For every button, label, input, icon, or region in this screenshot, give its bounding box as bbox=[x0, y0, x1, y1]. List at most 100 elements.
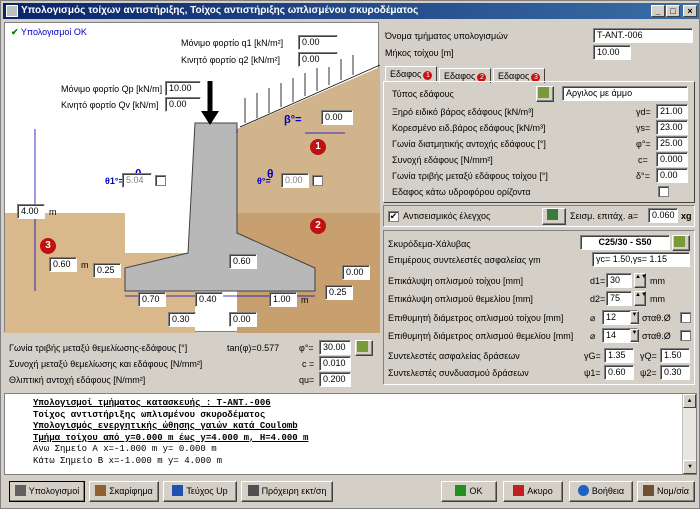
close-button[interactable]: × bbox=[683, 5, 697, 17]
base-height-input[interactable]: 0.60 bbox=[229, 254, 257, 269]
qp-input[interactable]: 10.00 bbox=[165, 81, 201, 96]
section-name-label: Όνομα τμήματος υπολογισμών bbox=[385, 31, 508, 41]
foundation-cohesion-label: Συνοχή μεταξύ θεμελίωσης και εδάφους [N/… bbox=[9, 359, 203, 369]
qv-label: Κινητό φορτίο Qv [kN/m] bbox=[61, 100, 159, 110]
wall-fixed-diameter-label: σταθ.Ø bbox=[642, 313, 671, 323]
soil2-badge: 2 bbox=[310, 218, 326, 234]
regulations-button[interactable]: Νομ/σία bbox=[637, 481, 695, 502]
heel-height-input[interactable]: 0.25 bbox=[325, 285, 353, 300]
top-left-width-input[interactable]: 0.30 bbox=[168, 312, 196, 327]
seismic-checkbox[interactable]: ✔ bbox=[388, 211, 399, 222]
bearing-label: Θλιπτική αντοχή εδάφους [N/mm²] bbox=[9, 375, 146, 385]
theta-input[interactable]: 0.00 bbox=[281, 173, 309, 188]
d1-spinner[interactable]: ▲▼ bbox=[634, 273, 647, 288]
wall-drawing-panel: θ θ ✔ Υπολογισμοί OK Μόνιμο φορτίο q1 [k… bbox=[4, 22, 380, 333]
gQ-label: γQ= bbox=[640, 351, 657, 361]
results-log[interactable]: Υπολογισμοί τμήματος κατασκευής : T-ANT.… bbox=[4, 393, 697, 475]
toe-height-input[interactable]: 0.25 bbox=[93, 263, 121, 278]
soil-type-library-button[interactable] bbox=[536, 86, 554, 102]
theta1-checkbox[interactable] bbox=[155, 175, 166, 186]
foundation-diameter-dropdown[interactable]: ▼ bbox=[630, 329, 639, 342]
right-height-input[interactable]: 0.00 bbox=[342, 265, 370, 280]
psi1-input[interactable]: 0.60 bbox=[604, 365, 634, 380]
ok-button[interactable]: OK bbox=[441, 481, 497, 502]
report-button[interactable]: Τεύχος Up bbox=[163, 481, 237, 502]
beta-input[interactable]: 0.00 bbox=[321, 110, 353, 125]
seismic-settings-button[interactable] bbox=[542, 208, 566, 225]
calculations-button[interactable]: Υπολογισμοί bbox=[9, 481, 85, 502]
d2-spinner[interactable]: ▲▼ bbox=[634, 291, 647, 306]
soil-cohesion-label: Συνοχή εδάφους [N/mm²] bbox=[392, 155, 493, 165]
qv-input[interactable]: 0.00 bbox=[165, 97, 201, 112]
d1-input[interactable]: 30 bbox=[606, 273, 632, 288]
groundwater-checkbox[interactable] bbox=[658, 186, 669, 197]
soil-friction-sym: φ°= bbox=[636, 139, 651, 149]
psi2-input[interactable]: 0.30 bbox=[660, 365, 690, 380]
status-ok: ✔ Υπολογισμοί OK bbox=[11, 27, 87, 37]
heel-width-unit: m bbox=[301, 295, 309, 305]
soil-library-button[interactable] bbox=[355, 340, 373, 356]
seismic-label: Αντισεισμικός έλεγχος bbox=[403, 211, 491, 221]
tab-soil-1[interactable]: Εδαφος 1 bbox=[385, 66, 438, 81]
psi1-label: ψ1= bbox=[584, 368, 601, 378]
wall-diameter-dropdown[interactable]: ▼ bbox=[630, 311, 639, 324]
theta-checkbox[interactable] bbox=[312, 175, 323, 186]
draft-print-button[interactable]: Πρόχειρη εκτ/ση bbox=[241, 481, 333, 502]
wall-diameter-label: Επιθυμητή διάμετρος οπλισμού τοίχου [mm] bbox=[388, 313, 564, 323]
height-input[interactable]: 4.00 bbox=[17, 204, 45, 219]
c-input[interactable]: 0.010 bbox=[319, 356, 351, 371]
concrete-box: Σκυρόδεμα-Χάλυβας C25/30 - S50 Επιμέρους… bbox=[383, 230, 695, 385]
soil-wall-friction-input[interactable]: 0.00 bbox=[656, 168, 688, 183]
seismic-accel-input[interactable]: 0.060 bbox=[648, 208, 678, 223]
heel-width-input[interactable]: 1.00 bbox=[269, 292, 297, 307]
soil-cohesion-input[interactable]: 0.000 bbox=[656, 152, 688, 167]
soil-sat-weight-input[interactable]: 23.00 bbox=[656, 120, 688, 135]
log-scrollbar[interactable]: ▲ ▼ bbox=[682, 394, 696, 474]
soil-dry-weight-input[interactable]: 21.00 bbox=[656, 104, 688, 119]
gG-input[interactable]: 1.35 bbox=[604, 348, 634, 363]
backfill-soil-top bbox=[237, 67, 380, 213]
concrete-grade-input[interactable]: C25/30 - S50 bbox=[580, 235, 670, 250]
book-icon bbox=[674, 236, 685, 247]
q2-input[interactable]: 0.00 bbox=[298, 52, 338, 67]
wall-fixed-diameter-checkbox[interactable] bbox=[680, 312, 691, 323]
phi-input[interactable]: 30.00 bbox=[319, 340, 351, 355]
soil-friction-input[interactable]: 25.00 bbox=[656, 136, 688, 151]
section-name-input[interactable]: T-ANT.-006 bbox=[593, 28, 693, 43]
help-button[interactable]: Βοήθεια bbox=[569, 481, 633, 502]
material-safety-select[interactable]: γc= 1.50,γs= 1.15 bbox=[592, 252, 690, 267]
scroll-down-button[interactable]: ▼ bbox=[683, 460, 696, 474]
window-title: Υπολογισμός τοίχων αντιστήριξης, Τοίχος … bbox=[21, 5, 419, 16]
stem-width-input[interactable]: 0.40 bbox=[195, 292, 223, 307]
phi-label: φ°= bbox=[299, 343, 314, 353]
book-icon bbox=[538, 87, 549, 98]
theta1-input[interactable]: 5.04 bbox=[122, 173, 152, 188]
wall-cover-label: Επικάλυψη οπλισμού τοίχου [mm] bbox=[388, 276, 524, 286]
soil-dry-weight-sym: γd= bbox=[636, 107, 651, 117]
left-height-input[interactable]: 0.60 bbox=[49, 257, 77, 272]
cancel-button[interactable]: Ακυρο bbox=[503, 481, 563, 502]
minimize-button[interactable]: _ bbox=[651, 5, 665, 17]
sketch-button[interactable]: Σκαρίφημα bbox=[89, 481, 159, 502]
left-height-unit: m bbox=[81, 260, 89, 270]
q1-input[interactable]: 0.00 bbox=[298, 35, 338, 50]
qu-input[interactable]: 0.200 bbox=[319, 372, 351, 387]
maximize-button[interactable]: □ bbox=[666, 5, 680, 17]
scroll-up-button[interactable]: ▲ bbox=[683, 394, 696, 408]
seismic-box: ✔ Αντισεισμικός έλεγχος Σεισμ. επιτάχ. a… bbox=[383, 205, 695, 227]
q1-label: Μόνιμο φορτίο q1 [kN/m²] bbox=[181, 38, 284, 48]
qu-label: qu= bbox=[299, 375, 315, 385]
wall-length-input[interactable]: 10.00 bbox=[593, 45, 631, 60]
d1-label: d1= bbox=[590, 276, 606, 286]
d2-input[interactable]: 75 bbox=[606, 291, 632, 306]
soil-wall-friction-sym: δ°= bbox=[636, 171, 650, 181]
toe-width-input[interactable]: 0.70 bbox=[138, 292, 166, 307]
foundation-fixed-diameter-checkbox[interactable] bbox=[680, 330, 691, 341]
seismic-accel-label: Σεισμ. επιτάχ. a= bbox=[570, 211, 639, 221]
gQ-input[interactable]: 1.50 bbox=[660, 348, 690, 363]
log-line: Κάτω Σημείο Β x=-1.000 m y= 4.000 m bbox=[33, 455, 223, 466]
top-right-width-input[interactable]: 0.00 bbox=[229, 312, 257, 327]
concrete-library-button[interactable] bbox=[672, 235, 690, 251]
soil-type-input[interactable]: Αργιλος με άμμο bbox=[562, 86, 688, 101]
wall-diagram: θ θ bbox=[5, 55, 380, 333]
